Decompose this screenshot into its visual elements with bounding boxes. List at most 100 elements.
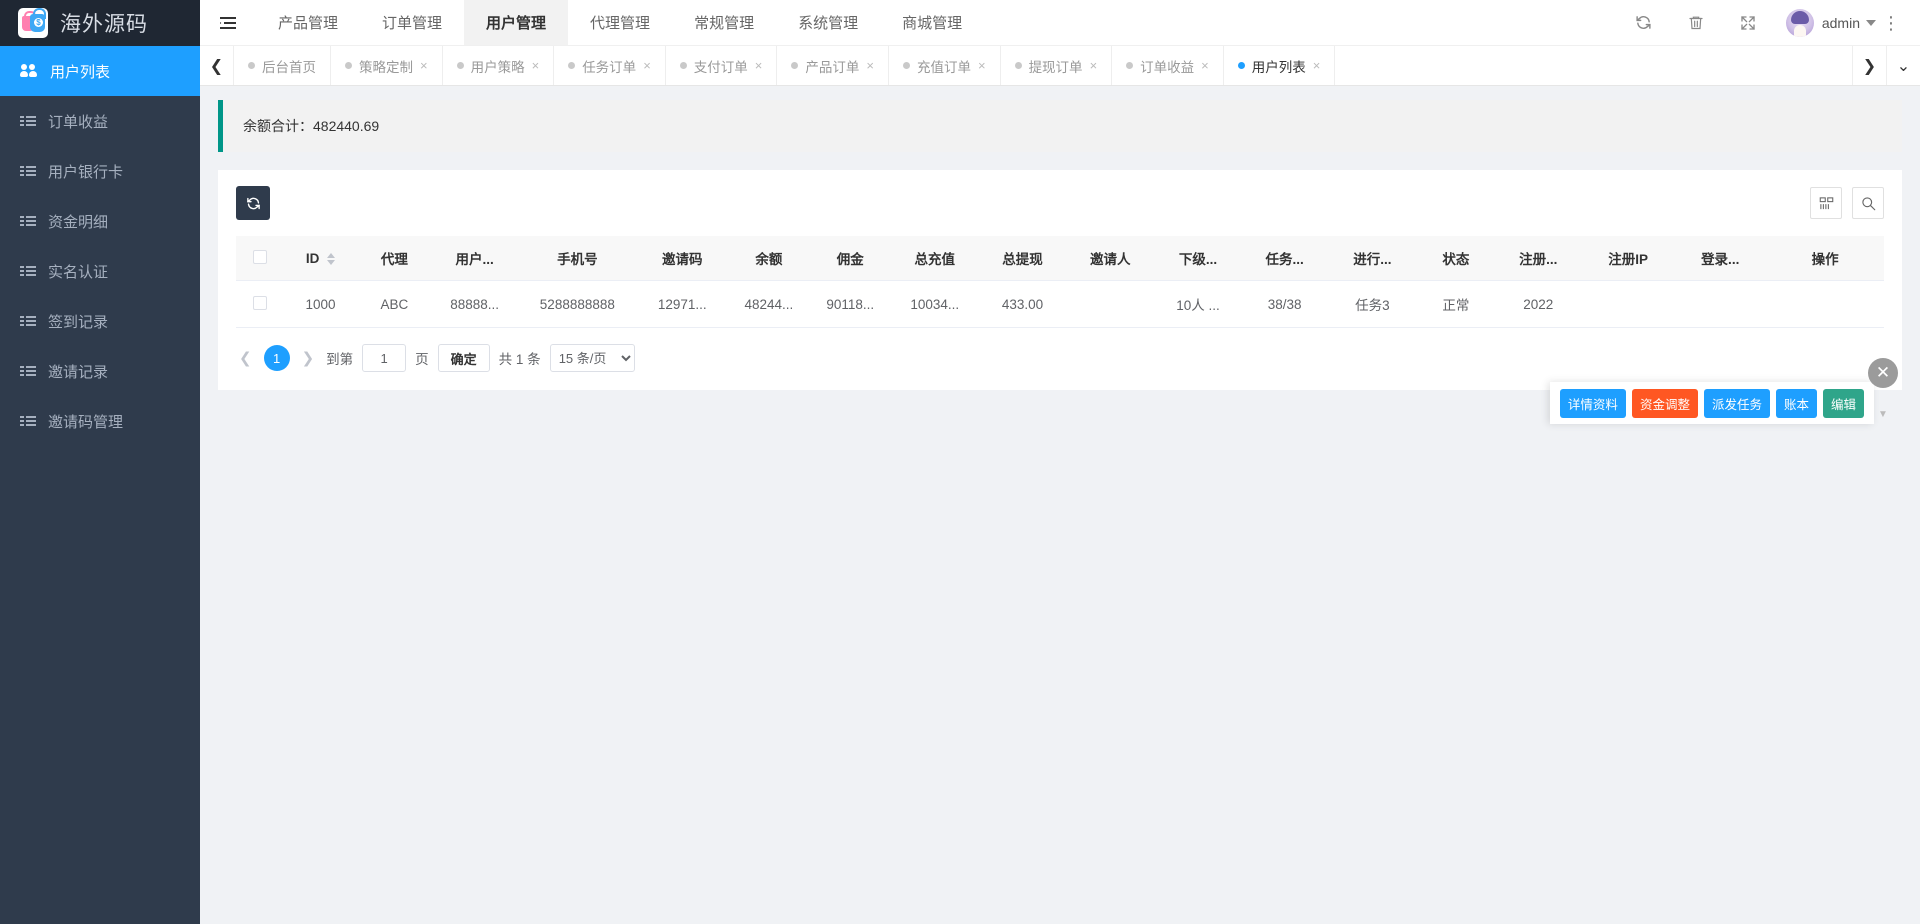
pagination-page-size-select[interactable]: 15 条/页 30 条/页 50 条/页 100 条/页 bbox=[550, 344, 635, 372]
user-table: ID 代理 用户... 手机号 邀请码 余额 佣金 总充值 总提现 邀请人 bbox=[236, 236, 1884, 328]
col-id[interactable]: ID bbox=[283, 236, 358, 281]
top-menu-item-agent[interactable]: 代理管理 bbox=[568, 0, 672, 45]
tab-close-icon[interactable]: × bbox=[1313, 58, 1321, 73]
tab-close-icon[interactable]: × bbox=[1201, 58, 1209, 73]
chevron-down-icon[interactable] bbox=[1866, 20, 1876, 26]
tab-close-icon[interactable]: × bbox=[532, 58, 540, 73]
refresh-icon[interactable] bbox=[1618, 0, 1670, 46]
sidebar-item-user-list[interactable]: 用户列表 bbox=[0, 46, 200, 96]
col-username: 用户... bbox=[431, 236, 519, 281]
pagination-next-icon[interactable]: ❯ bbox=[299, 349, 318, 367]
select-all-checkbox[interactable] bbox=[253, 250, 267, 264]
tab-user-list[interactable]: 用户列表 × bbox=[1224, 46, 1336, 85]
sidebar-item-invite-code-manage[interactable]: 邀请码管理 bbox=[0, 396, 200, 446]
fullscreen-icon[interactable] bbox=[1722, 0, 1774, 46]
tab-home[interactable]: 后台首页 bbox=[234, 46, 331, 85]
trash-icon[interactable] bbox=[1670, 0, 1722, 46]
top-menu-item-system[interactable]: 系统管理 bbox=[776, 0, 880, 45]
tab-close-icon[interactable]: × bbox=[420, 58, 428, 73]
tab-status-dot bbox=[568, 62, 575, 69]
cell-status: 正常 bbox=[1417, 281, 1494, 328]
cell-downline: 10人 ... bbox=[1154, 281, 1242, 328]
top-menu-item-mall[interactable]: 商城管理 bbox=[880, 0, 984, 45]
tab-close-icon[interactable]: × bbox=[755, 58, 763, 73]
menu-collapse-icon[interactable] bbox=[200, 0, 256, 45]
shopping-bag-icon: $ bbox=[18, 8, 48, 38]
col-phone: 手机号 bbox=[519, 236, 637, 281]
tab-product-order[interactable]: 产品订单 × bbox=[777, 46, 889, 85]
tab-close-icon[interactable]: × bbox=[643, 58, 651, 73]
top-menu-item-user[interactable]: 用户管理 bbox=[464, 0, 568, 45]
list-icon bbox=[20, 265, 36, 278]
brand-logo[interactable]: $ 海外源码 bbox=[0, 0, 200, 46]
tab-task-order[interactable]: 任务订单 × bbox=[554, 46, 666, 85]
balance-summary-label: 余额合计： bbox=[243, 118, 313, 134]
tab-status-dot bbox=[1015, 62, 1022, 69]
tab-label: 订单收益 bbox=[1140, 56, 1194, 76]
top-menu-item-general[interactable]: 常规管理 bbox=[672, 0, 776, 45]
tab-label: 策略定制 bbox=[359, 56, 413, 76]
main-area: 产品管理 订单管理 用户管理 代理管理 常规管理 系统管理 商城管理 bbox=[200, 0, 1920, 924]
col-downline: 下级... bbox=[1154, 236, 1242, 281]
pagination-page-1[interactable]: 1 bbox=[264, 345, 290, 371]
sidebar-item-invite-records[interactable]: 邀请记录 bbox=[0, 346, 200, 396]
table-row[interactable]: 1000 ABC 88888... 5288888888 12971... 48… bbox=[236, 281, 1884, 328]
tab-recharge-order[interactable]: 充值订单 × bbox=[889, 46, 1001, 85]
cell-progress: 任务3 bbox=[1327, 281, 1417, 328]
tab-user-strategy[interactable]: 用户策略 × bbox=[443, 46, 555, 85]
col-register-ip: 注册IP bbox=[1582, 236, 1674, 281]
tab-strategy-custom[interactable]: 策略定制 × bbox=[331, 46, 443, 85]
cell-commission: 90118... bbox=[810, 281, 891, 328]
tab-close-icon[interactable]: × bbox=[1090, 58, 1098, 73]
sidebar-item-fund-detail[interactable]: 资金明细 bbox=[0, 196, 200, 246]
top-menu-item-product[interactable]: 产品管理 bbox=[256, 0, 360, 45]
search-icon[interactable] bbox=[1852, 187, 1884, 219]
action-fund-adjust-button[interactable]: 资金调整 bbox=[1632, 389, 1698, 418]
column-settings-icon[interactable] bbox=[1810, 187, 1842, 219]
sidebar-nav: 用户列表 订单收益 用户银行卡 资金明细 实名认证 签到记录 bbox=[0, 46, 200, 924]
action-detail-button[interactable]: 详情资料 bbox=[1560, 389, 1626, 418]
table-body: 1000 ABC 88888... 5288888888 12971... 48… bbox=[236, 281, 1884, 328]
sort-icon[interactable] bbox=[327, 253, 335, 265]
col-balance: 余额 bbox=[728, 236, 809, 281]
list-icon bbox=[20, 215, 36, 228]
col-login: 登录... bbox=[1674, 236, 1766, 281]
table-toolbar-right bbox=[1810, 187, 1884, 219]
tab-status-dot bbox=[457, 62, 464, 69]
avatar[interactable] bbox=[1786, 9, 1814, 37]
close-icon[interactable]: ✕ bbox=[1868, 358, 1898, 388]
tab-close-icon[interactable]: × bbox=[866, 58, 874, 73]
top-menu-item-order[interactable]: 订单管理 bbox=[360, 0, 464, 45]
cell-login bbox=[1674, 281, 1766, 328]
pagination-goto-input[interactable] bbox=[362, 344, 406, 372]
col-progress: 进行... bbox=[1327, 236, 1417, 281]
tab-close-icon[interactable]: × bbox=[978, 58, 986, 73]
pagination-prev-icon[interactable]: ❮ bbox=[236, 349, 255, 367]
tab-withdraw-order[interactable]: 提现订单 × bbox=[1001, 46, 1113, 85]
action-ledger-button[interactable]: 账本 bbox=[1776, 389, 1817, 418]
admin-name[interactable]: admin bbox=[1822, 15, 1860, 31]
tab-scroll-right-icon[interactable]: ❯ bbox=[1852, 46, 1886, 85]
cell-balance: 48244... bbox=[728, 281, 809, 328]
tab-order-income[interactable]: 订单收益 × bbox=[1112, 46, 1224, 85]
sidebar-item-checkin-records[interactable]: 签到记录 bbox=[0, 296, 200, 346]
sidebar-item-real-name-auth[interactable]: 实名认证 bbox=[0, 246, 200, 296]
balance-summary-value: 482440.69 bbox=[313, 118, 379, 134]
pagination-confirm-button[interactable]: 确定 bbox=[438, 344, 490, 372]
table-refresh-button[interactable] bbox=[236, 186, 270, 220]
action-dispatch-task-button[interactable]: 派发任务 bbox=[1704, 389, 1770, 418]
row-select-checkbox[interactable] bbox=[253, 296, 267, 310]
table-scroll-down-icon[interactable]: ▼ bbox=[1876, 386, 1890, 420]
tab-label: 支付订单 bbox=[694, 56, 748, 76]
content-area: 余额合计：482440.69 bbox=[200, 86, 1920, 924]
sidebar-item-order-income[interactable]: 订单收益 bbox=[0, 96, 200, 146]
tab-dropdown-icon[interactable]: ⌄ bbox=[1886, 46, 1920, 85]
cell-operations bbox=[1766, 281, 1884, 328]
more-vertical-icon[interactable]: ⋮ bbox=[1876, 14, 1906, 32]
tab-scroll-left-icon[interactable]: ❮ bbox=[200, 46, 234, 85]
tabs-container: 后台首页 策略定制 × 用户策略 × 任务订单 × bbox=[234, 46, 1852, 85]
sidebar-item-label: 用户银行卡 bbox=[48, 161, 123, 182]
sidebar-item-user-bankcard[interactable]: 用户银行卡 bbox=[0, 146, 200, 196]
action-edit-button[interactable]: 编辑 bbox=[1823, 389, 1864, 418]
tab-payment-order[interactable]: 支付订单 × bbox=[666, 46, 778, 85]
